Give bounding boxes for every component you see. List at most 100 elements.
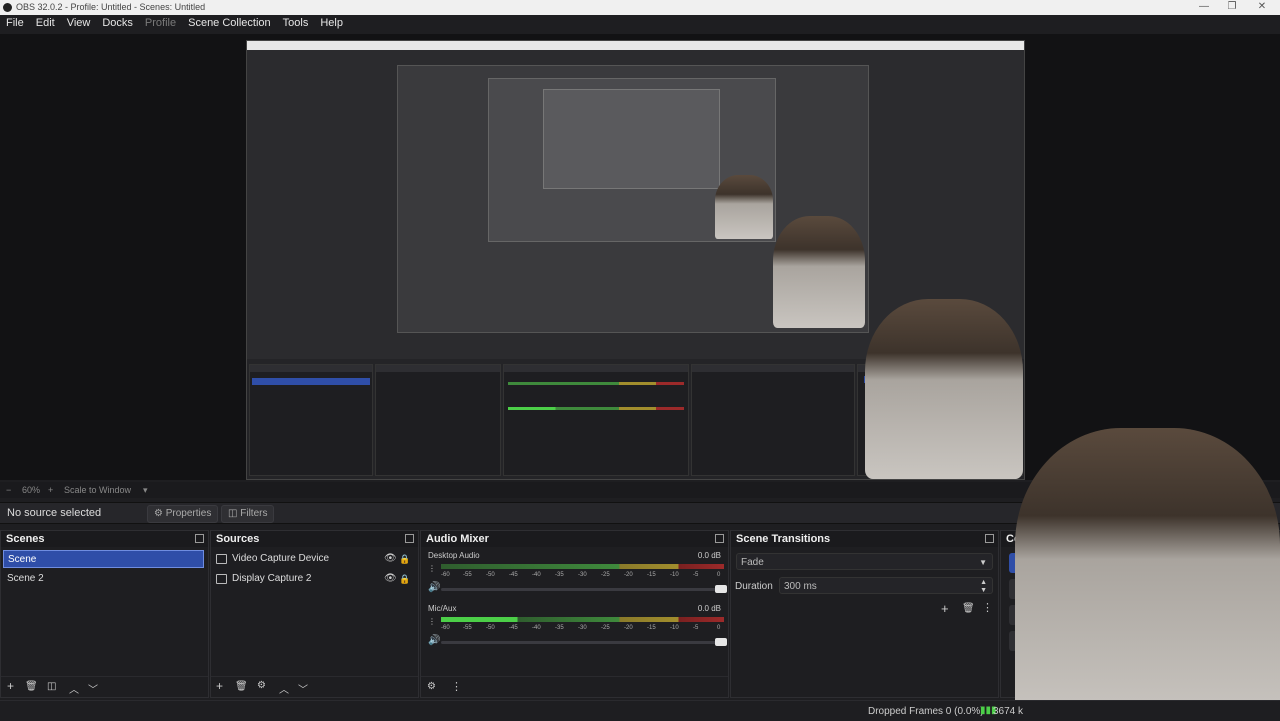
chevron-down-icon[interactable]: ▾ [143,485,148,496]
channel-db-desktop-audio: 0.0 dB [697,551,721,560]
zoom-minus-icon[interactable]: − [6,485,11,495]
zoom-percent[interactable]: 60% [22,485,40,495]
scene-transitions-title: Scene Transitions [736,533,831,545]
menu-docks[interactable]: Docks [96,15,139,29]
nested-scenes-dock [249,364,373,476]
scene-item-scene-2[interactable]: Scene 2 [3,570,204,588]
meter-scale: -60 -55 -50 -45 -40 -35 -30 -25 -20 -15 -10 -5 0 [441,625,721,631]
transition-menu-icon[interactable]: ⋮ [982,601,993,614]
preview-canvas[interactable] [0,34,1280,480]
transition-select[interactable]: Fade ▼ [736,553,993,570]
nested-titlebar [247,41,1024,50]
channel-db-mic-aux: 0.0 dB [697,604,721,613]
monitor-icon [216,574,227,584]
move-down-icon[interactable]: ﹀ [88,681,98,696]
scene-filters-icon[interactable]: ◫ [47,681,56,692]
menu-profile[interactable]: Profile [139,15,182,29]
volume-slider-desktop-audio[interactable] [441,585,727,593]
remove-transition-icon[interactable]: 🗑 [962,603,975,614]
remove-scene-icon[interactable]: 🗑 [25,681,38,692]
menu-bar: File Edit View Docks Profile Scene Collection… [0,15,1280,34]
bitrate-label: 3674 k [993,706,1024,717]
meter-scale: -60 -55 -50 -45 -40 -35 -30 -25 -20 -15 -10 -5 0 [441,572,721,578]
volume-slider-mic-aux[interactable] [441,638,727,646]
lock-icon[interactable]: 🔒 [399,570,410,588]
scenes-toolbar: + 🗑 ◫ ︿ ﹀ [1,676,208,697]
mixer-menu-icon[interactable]: ⋮ [451,680,462,693]
person-image [865,299,1023,479]
audio-mixer-toolbar: ⚙ ⋮ [421,676,728,697]
scenes-dock: Scenes Scene Scene 2 + 🗑 ◫ ︿ ﹀ [0,530,209,698]
source-item-video-capture[interactable]: Video Capture Device 👁 🔒 [216,550,412,568]
advanced-audio-gear-icon[interactable]: ⚙ [427,681,436,692]
zoom-scale-select[interactable]: Scale to Window [64,485,131,495]
dock-float-icon[interactable] [195,534,204,543]
menu-edit[interactable]: Edit [30,15,61,29]
sources-title: Sources [216,533,260,545]
add-source-icon[interactable]: + [216,679,223,693]
dock-float-icon[interactable] [985,534,994,543]
sources-toolbar: + 🗑 ⚙ ︿ ﹀ [211,676,418,697]
nested-transitions-dock [691,364,855,476]
window-titlebar: OBS 32.0.2 - Profile: Untitled - Scenes:… [0,0,1280,15]
maximize-icon[interactable]: ❐ [1224,1,1240,12]
slider-handle[interactable] [715,638,727,646]
properties-button[interactable]: ⚙ Properties [147,505,219,523]
channel-menu-icon[interactable]: ⋮ [428,617,436,626]
person-image [715,175,773,239]
nested-mixer-dock [503,364,689,476]
add-transition-icon[interactable]: + [941,601,949,616]
dock-float-icon[interactable] [715,534,724,543]
filters-label: Filters [240,508,268,519]
source-properties-icon[interactable]: ⚙ [257,680,266,691]
menu-view[interactable]: View [61,15,97,29]
duration-value: 300 ms [784,581,817,592]
menu-file[interactable]: File [0,15,30,29]
channel-menu-icon[interactable]: ⋮ [428,564,436,573]
scene-transitions-dock: Scene Transitions Fade ▼ Duration 300 ms… [730,530,999,698]
status-bar: Dropped Frames 0 (0.0%) ▮▮▮ 3674 k [0,700,1280,721]
person-image [773,216,865,328]
sources-dock: Sources Video Capture Device 👁 🔒 Display… [210,530,419,698]
gear-icon: ⚙ [154,508,163,519]
spin-arrows-icon[interactable]: ▲ ▼ [980,579,987,595]
source-item-display-capture[interactable]: Display Capture 2 👁 🔒 [216,570,412,588]
speaker-icon[interactable]: 🔊 [428,582,440,593]
channel-name-mic-aux: Mic/Aux [428,604,457,613]
nested-sources-dock [375,364,501,476]
slider-handle[interactable] [715,585,727,593]
minimize-icon[interactable]: — [1196,1,1212,12]
move-up-icon[interactable]: ︿ [279,681,289,696]
filters-button[interactable]: ◫ Filters [221,505,275,523]
scenes-title: Scenes [6,533,45,545]
visibility-eye-icon[interactable]: 👁 [384,570,397,588]
visibility-eye-icon[interactable]: 👁 [384,550,397,568]
source-name: Display Capture 2 [232,573,312,584]
nested-preview [397,65,869,333]
camera-icon [216,554,227,564]
close-icon[interactable]: ✕ [1254,1,1270,12]
dropped-frames-label: Dropped Frames 0 (0.0%) [868,706,984,717]
no-source-label: No source selected [7,507,102,519]
lock-icon[interactable]: 🔒 [399,550,410,568]
duration-spinbox[interactable]: 300 ms ▲ ▼ [779,577,993,594]
scene-item-scene[interactable]: Scene [3,550,204,568]
add-scene-icon[interactable]: + [7,679,14,693]
window-title: OBS 32.0.2 - Profile: Untitled - Scenes:… [16,2,206,12]
transition-value: Fade [741,557,764,568]
dock-float-icon[interactable] [405,534,414,543]
speaker-icon[interactable]: 🔊 [428,635,440,646]
person-webcam-overlay [1015,428,1280,720]
move-up-icon[interactable]: ︿ [69,681,79,696]
remove-source-icon[interactable]: 🗑 [235,681,248,692]
volume-meter-mic-aux [441,617,724,622]
menu-tools[interactable]: Tools [277,15,315,29]
duration-label: Duration [735,581,773,592]
move-down-icon[interactable]: ﹀ [298,681,308,696]
menu-scene-collection[interactable]: Scene Collection [182,15,277,29]
menu-help[interactable]: Help [314,15,349,29]
obs-logo-icon [3,3,12,12]
chevron-down-icon: ▼ [979,558,987,567]
zoom-plus-icon[interactable]: + [48,485,53,495]
sources-dock-title: Sources [211,531,418,547]
